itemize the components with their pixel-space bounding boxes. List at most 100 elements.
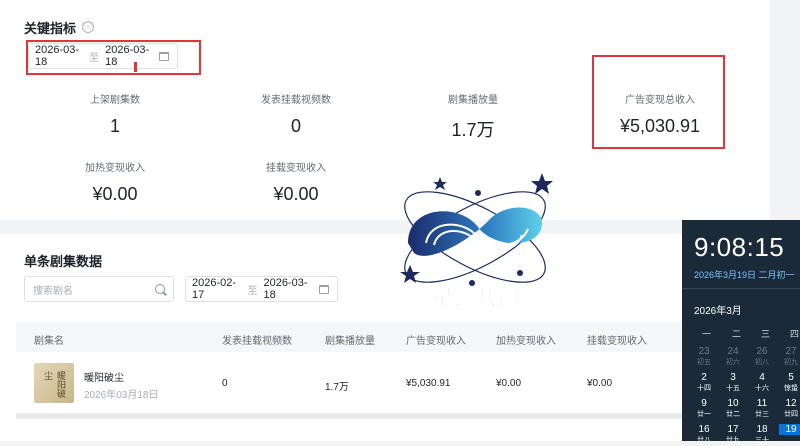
calendar-day[interactable]: 3 十五 [721, 372, 745, 394]
watermark-logo: 星链共创 [400, 173, 553, 311]
star-icon [433, 177, 447, 190]
calendar-lunar-label: 初八 [755, 359, 769, 366]
metric-label: 剧集播放量 [448, 95, 498, 106]
col-boost-income: 加热变现收入 [496, 336, 556, 347]
calendar-day[interactable]: 11 廿三 [750, 398, 774, 420]
thumbnail-title: 暖阳破尘 [43, 371, 66, 398]
calendar-day-number: 5 [788, 372, 794, 383]
calendar-lunar-label: 廿一 [697, 411, 711, 418]
metric-value: ¥0.00 [92, 184, 138, 204]
highlight-box-date [26, 40, 201, 75]
calendar-day[interactable]: 27 初九 [779, 346, 800, 368]
weekday-label: 一 [702, 329, 712, 339]
table-header: 剧集名 发表挂载视频数 剧集播放量 广告变现收入 加热变现收入 挂载变现收入 [16, 322, 776, 352]
horizontal-scrollbar[interactable] [16, 413, 776, 419]
metric-boost-income: 加热变现收入 ¥0.00 [30, 159, 200, 205]
weekday-label: 二 [732, 329, 742, 339]
clock-time: 9:08:15 [694, 232, 785, 262]
col-name: 剧集名 [34, 336, 64, 347]
calendar-day[interactable]: 12 廿四 [779, 398, 800, 420]
calendar-lunar-label: 廿二 [726, 411, 740, 418]
calendar-day-number: 3 [730, 372, 736, 383]
metric-mount-income: 挂载变现收入 ¥0.00 [211, 159, 381, 205]
calendar-lunar-label: 初九 [784, 359, 798, 366]
col-plays: 剧集播放量 [325, 336, 375, 347]
date-end: 2026-03-18 [263, 277, 308, 301]
metric-label: 加热变现收入 [85, 163, 145, 174]
metric-value: ¥0.00 [273, 184, 319, 204]
calendar-day[interactable]: 19 [779, 424, 800, 435]
weekday-label: 三 [761, 329, 771, 339]
calendar-day-number: 27 [785, 346, 797, 357]
calendar-day-number: 9 [701, 398, 707, 409]
calendar-day[interactable]: 10 廿二 [721, 398, 745, 420]
calendar-day[interactable]: 2 十四 [692, 372, 716, 394]
calendar-day[interactable]: 24 初六 [721, 346, 745, 368]
key-metrics-panel: 关键指标 ⓘ 2026-03-18 至 2026-03-18 上架剧集数 1 发… [0, 0, 770, 220]
metric-value: 1.7万 [451, 120, 495, 140]
highlight-box-ad-income [592, 55, 725, 149]
cell-mount-income: ¥0.00 [587, 378, 613, 389]
clock-date[interactable]: 2026年3月19日 二月初一 [694, 268, 795, 281]
weekday-label: 四 [790, 329, 800, 339]
calendar-lunar-label: 十五 [726, 385, 740, 392]
metric-plays: 剧集播放量 1.7万 [388, 91, 558, 142]
calendar-day[interactable]: 9 廿一 [692, 398, 716, 420]
search-placeholder: 搜索剧名 [33, 285, 73, 297]
search-icon[interactable] [155, 284, 165, 294]
cell-videos: 0 [222, 378, 228, 389]
calendar-lunar-label: 惊蛰 [784, 385, 798, 392]
calendar-day-number: 23 [698, 346, 710, 357]
calendar-day-number: 10 [727, 398, 739, 409]
calendar-day[interactable]: 16 廿八 [692, 424, 716, 446]
calendar-day-number: 4 [759, 372, 765, 383]
drama-date-range[interactable]: 2026-02-17 至 2026-03-18 [185, 276, 338, 302]
swoosh-shape [408, 207, 543, 256]
metric-label: 挂载变现收入 [266, 163, 326, 174]
calendar-day-number: 26 [756, 346, 768, 357]
divider [682, 288, 800, 289]
calendar-icon [319, 284, 330, 294]
watermark-text: 星链共创 [431, 285, 519, 311]
col-ad-income: 广告变现收入 [406, 336, 466, 347]
calendar-day-number: 18 [756, 424, 768, 435]
calendar-lunar-label: 初五 [697, 359, 711, 366]
key-metrics-title: 关键指标 [24, 21, 77, 36]
calendar-day-number: 12 [785, 398, 797, 409]
calendar-day[interactable]: 23 初五 [692, 346, 716, 368]
metric-videos: 发表挂载视频数 0 [211, 91, 381, 137]
search-input[interactable]: 搜索剧名 [24, 276, 174, 302]
metric-value: 0 [290, 116, 301, 136]
calendar-day[interactable]: 18 三十 [750, 424, 774, 446]
cell-ad-income: ¥5,030.91 [406, 378, 451, 389]
calendar-month[interactable]: 2026年3月 [694, 302, 742, 317]
metric-value: 1 [109, 116, 120, 136]
metric-label: 上架剧集数 [90, 95, 140, 106]
cell-boost-income: ¥0.00 [496, 378, 522, 389]
calendar-day[interactable]: 17 廿九 [721, 424, 745, 446]
orbit-dot [517, 270, 523, 276]
info-icon[interactable]: ⓘ [82, 21, 94, 33]
calendar-day-number: 2 [701, 372, 707, 383]
calendar-day[interactable]: 4 十六 [750, 372, 774, 394]
star-icon [400, 265, 420, 283]
single-drama-title: 单条剧集数据 [24, 254, 103, 269]
calendar-day-number: 17 [727, 424, 739, 435]
drama-thumbnail[interactable]: 暖阳破尘 [34, 363, 74, 403]
calendar-lunar-label: 廿三 [755, 411, 769, 418]
cell-plays: 1.7万 [325, 382, 349, 393]
calendar-day-number: 16 [698, 424, 710, 435]
table-row[interactable]: 暖阳破尘 暖阳破尘 2026年03月18日 0 1.7万 ¥5,030.91 ¥… [16, 354, 776, 412]
metric-episodes: 上架剧集数 1 [30, 91, 200, 137]
calendar-day-number: 19 [785, 424, 797, 435]
drama-name[interactable]: 暖阳破尘 [84, 369, 124, 384]
date-separator: 至 [247, 285, 258, 297]
calendar-day[interactable]: 5 惊蛰 [779, 372, 800, 394]
highlight-mark [134, 62, 137, 72]
date-start: 2026-02-17 [192, 277, 237, 301]
calendar-day[interactable]: 26 初八 [750, 346, 774, 368]
clock-calendar-flyout: 9:08:15 2026年3月19日 二月初一 2026年3月 一 二 三 四 … [682, 220, 800, 444]
calendar-lunar-label: 初六 [726, 359, 740, 366]
calendar-lunar-label: 十六 [755, 385, 769, 392]
calendar-lunar-label: 廿四 [784, 411, 798, 418]
